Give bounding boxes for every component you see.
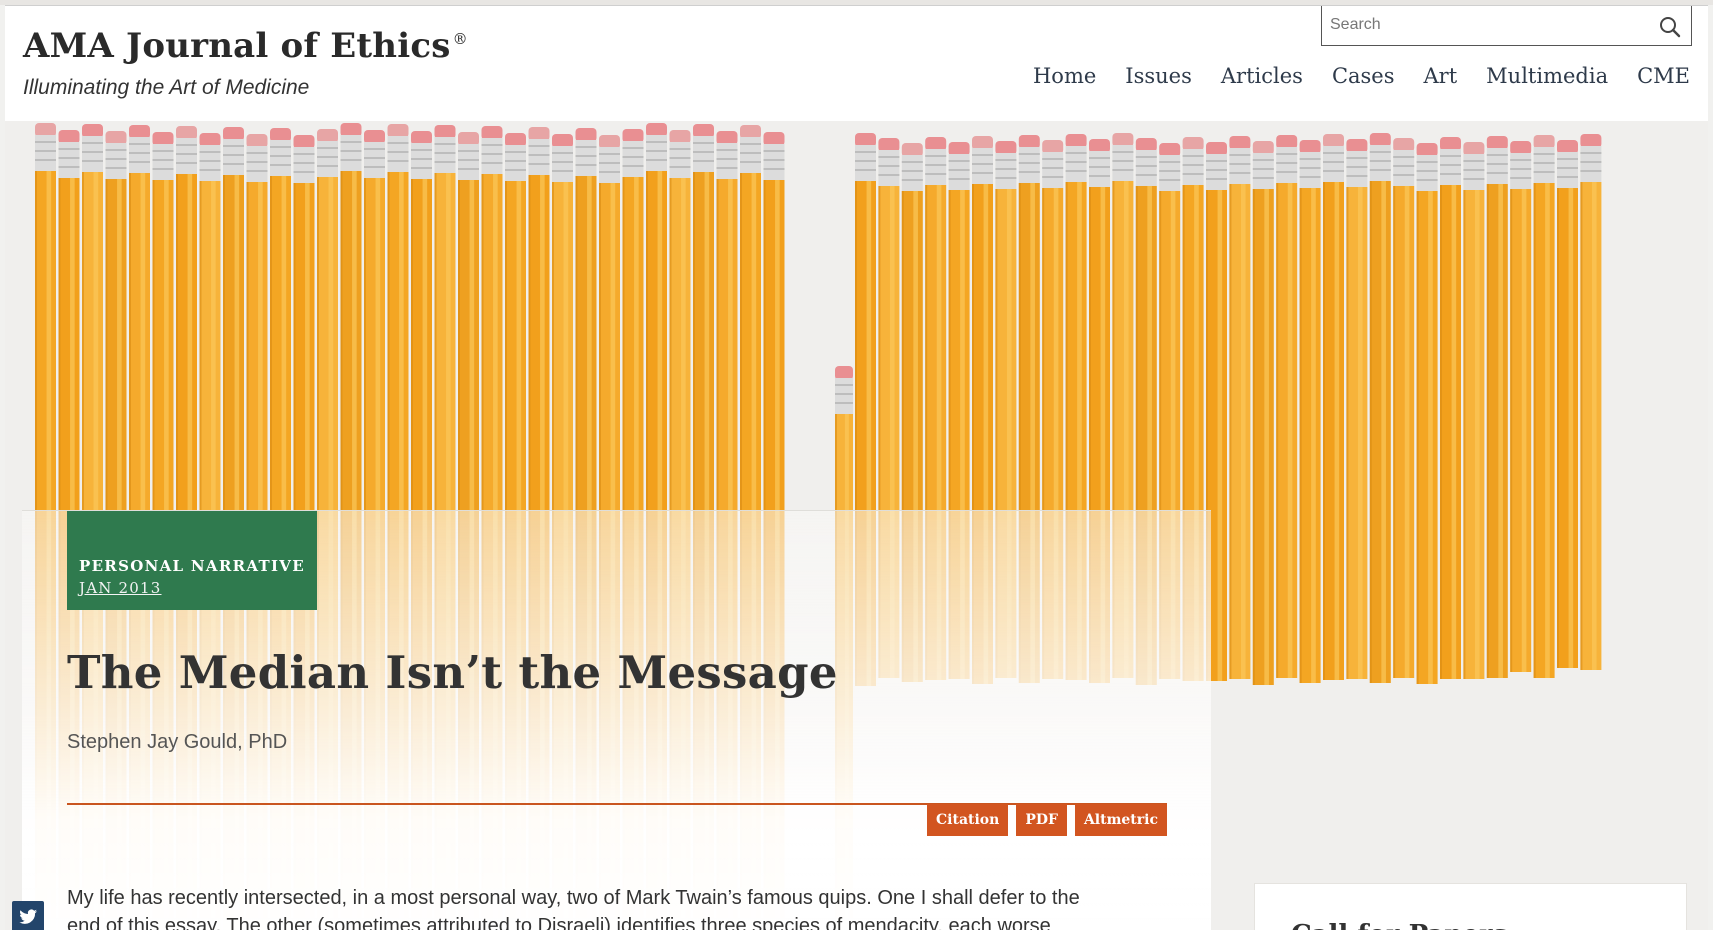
pencil xyxy=(1346,139,1368,679)
pencil xyxy=(1299,140,1321,683)
nav-issues[interactable]: Issues xyxy=(1125,64,1192,88)
citation-button[interactable]: Citation xyxy=(927,804,1009,836)
article-type-badge: PERSONAL NARRATIVE JAN 2013 xyxy=(67,511,317,610)
body-line: My life has recently intersected, in a m… xyxy=(67,887,1080,909)
pencil xyxy=(1580,134,1602,670)
article-header-card: PERSONAL NARRATIVE JAN 2013 The Median I… xyxy=(22,510,1211,930)
article-tools: Citation PDF Altmetric xyxy=(927,804,1167,836)
nav-articles[interactable]: Articles xyxy=(1221,64,1303,88)
brand-tagline: Illuminating the Art of Medicine xyxy=(23,76,310,99)
site-logo[interactable]: AMA Journal of Ethics ® xyxy=(23,26,468,66)
pencil xyxy=(1440,137,1461,679)
article-author: Stephen Jay Gould, PhD xyxy=(67,731,288,753)
pencil xyxy=(1252,141,1274,685)
pencil xyxy=(1486,136,1508,678)
pencil xyxy=(1276,135,1298,678)
search-icon[interactable] xyxy=(1659,16,1681,38)
pencil xyxy=(1323,134,1344,680)
nav-art[interactable]: Art xyxy=(1424,64,1458,88)
main-nav: Home Issues Articles Cases Art Multimedi… xyxy=(1033,64,1690,88)
pencil xyxy=(1557,140,1578,668)
twitter-share-button[interactable] xyxy=(12,901,44,930)
pencil xyxy=(1463,142,1485,679)
pencil xyxy=(1533,135,1555,678)
pencil xyxy=(1510,141,1532,672)
page: AMA Journal of Ethics ® Illuminating the … xyxy=(0,0,1713,930)
nav-cases[interactable]: Cases xyxy=(1332,64,1395,88)
nav-home[interactable]: Home xyxy=(1033,64,1096,88)
altmetric-button[interactable]: Altmetric xyxy=(1074,804,1167,836)
pencil xyxy=(1416,143,1438,684)
brand-title: AMA Journal of Ethics xyxy=(23,26,451,66)
article-type: PERSONAL NARRATIVE xyxy=(79,557,305,575)
site-header: AMA Journal of Ethics ® Illuminating the … xyxy=(0,0,1713,121)
search-box xyxy=(1321,6,1692,46)
search-input[interactable] xyxy=(1330,12,1630,38)
call-for-papers-title: Call for Papers xyxy=(1291,920,1507,930)
pencil xyxy=(1393,138,1415,678)
article-title: The Median Isn’t the Message xyxy=(67,646,838,699)
pencil xyxy=(1229,136,1251,679)
nav-cme[interactable]: CME xyxy=(1637,64,1690,88)
registered-mark: ® xyxy=(452,30,468,48)
article-body: My life has recently intersected, in a m… xyxy=(67,884,1187,930)
nav-multimedia[interactable]: Multimedia xyxy=(1486,64,1608,88)
pencil xyxy=(1369,133,1391,683)
pdf-button[interactable]: PDF xyxy=(1016,804,1067,836)
body-line: end of this essay. The other (sometimes … xyxy=(67,915,1051,930)
issue-date-link[interactable]: JAN 2013 xyxy=(79,579,162,597)
twitter-icon xyxy=(19,909,37,924)
call-for-papers-card: Call for Papers xyxy=(1254,883,1687,930)
